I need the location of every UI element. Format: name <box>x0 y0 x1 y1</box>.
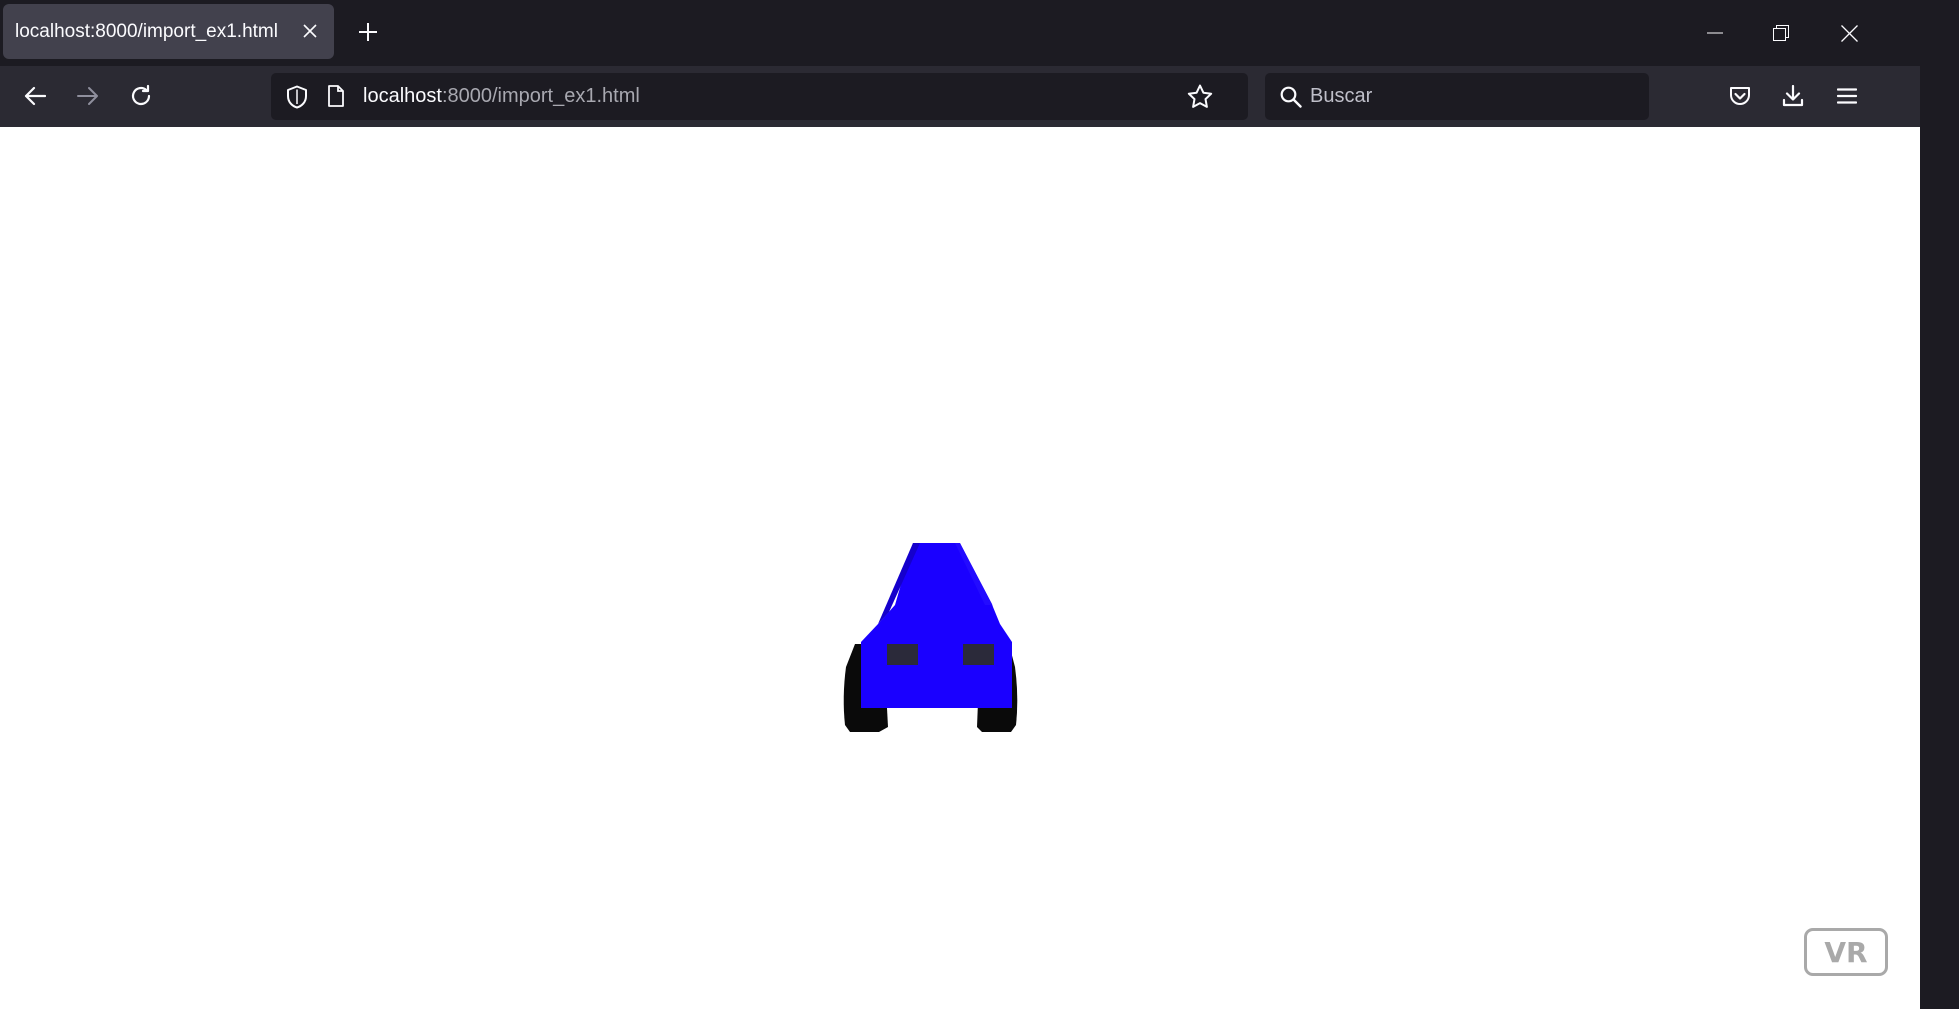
search-icon <box>1280 86 1302 113</box>
url-host: localhost <box>363 85 442 107</box>
url-text[interactable]: localhost:8000/import_ex1.html <box>363 73 640 120</box>
vr-button[interactable]: VR <box>1804 928 1888 976</box>
car-model <box>843 543 1018 732</box>
close-icon[interactable] <box>296 17 324 45</box>
pocket-icon[interactable] <box>1720 76 1760 116</box>
3d-scene-canvas[interactable] <box>0 127 1920 1009</box>
window-edge <box>1920 0 1959 1009</box>
url-path: :8000/import_ex1.html <box>441 85 640 107</box>
left-tail-light <box>887 644 918 665</box>
download-icon[interactable] <box>1773 76 1813 116</box>
page-icon <box>327 85 345 112</box>
restore-icon[interactable] <box>1746 0 1816 66</box>
back-icon[interactable] <box>15 76 55 116</box>
tab-strip: localhost:8000/import_ex1.html <box>0 0 1920 66</box>
minimize-icon[interactable] <box>1680 0 1750 66</box>
tab-title: localhost:8000/import_ex1.html <box>15 21 278 42</box>
forward-icon[interactable] <box>68 76 108 116</box>
reload-icon[interactable] <box>121 76 161 116</box>
right-tail-light <box>963 644 994 665</box>
car-body <box>861 624 1012 708</box>
search-bar[interactable]: Buscar <box>1265 73 1649 120</box>
star-icon[interactable] <box>1187 84 1213 114</box>
search-placeholder: Buscar <box>1310 85 1373 107</box>
browser-window: localhost:8000/import_ex1.html localhost… <box>0 0 1920 1009</box>
menu-icon[interactable] <box>1827 76 1867 116</box>
tab-active[interactable]: localhost:8000/import_ex1.html <box>3 4 334 59</box>
plus-icon[interactable] <box>350 14 386 50</box>
close-window-icon[interactable] <box>1814 0 1884 66</box>
shield-icon[interactable] <box>286 85 308 114</box>
navigation-toolbar: localhost:8000/import_ex1.html Buscar <box>0 66 1920 127</box>
url-bar[interactable]: localhost:8000/import_ex1.html <box>271 73 1248 120</box>
page-viewport[interactable]: VR <box>0 127 1920 1009</box>
